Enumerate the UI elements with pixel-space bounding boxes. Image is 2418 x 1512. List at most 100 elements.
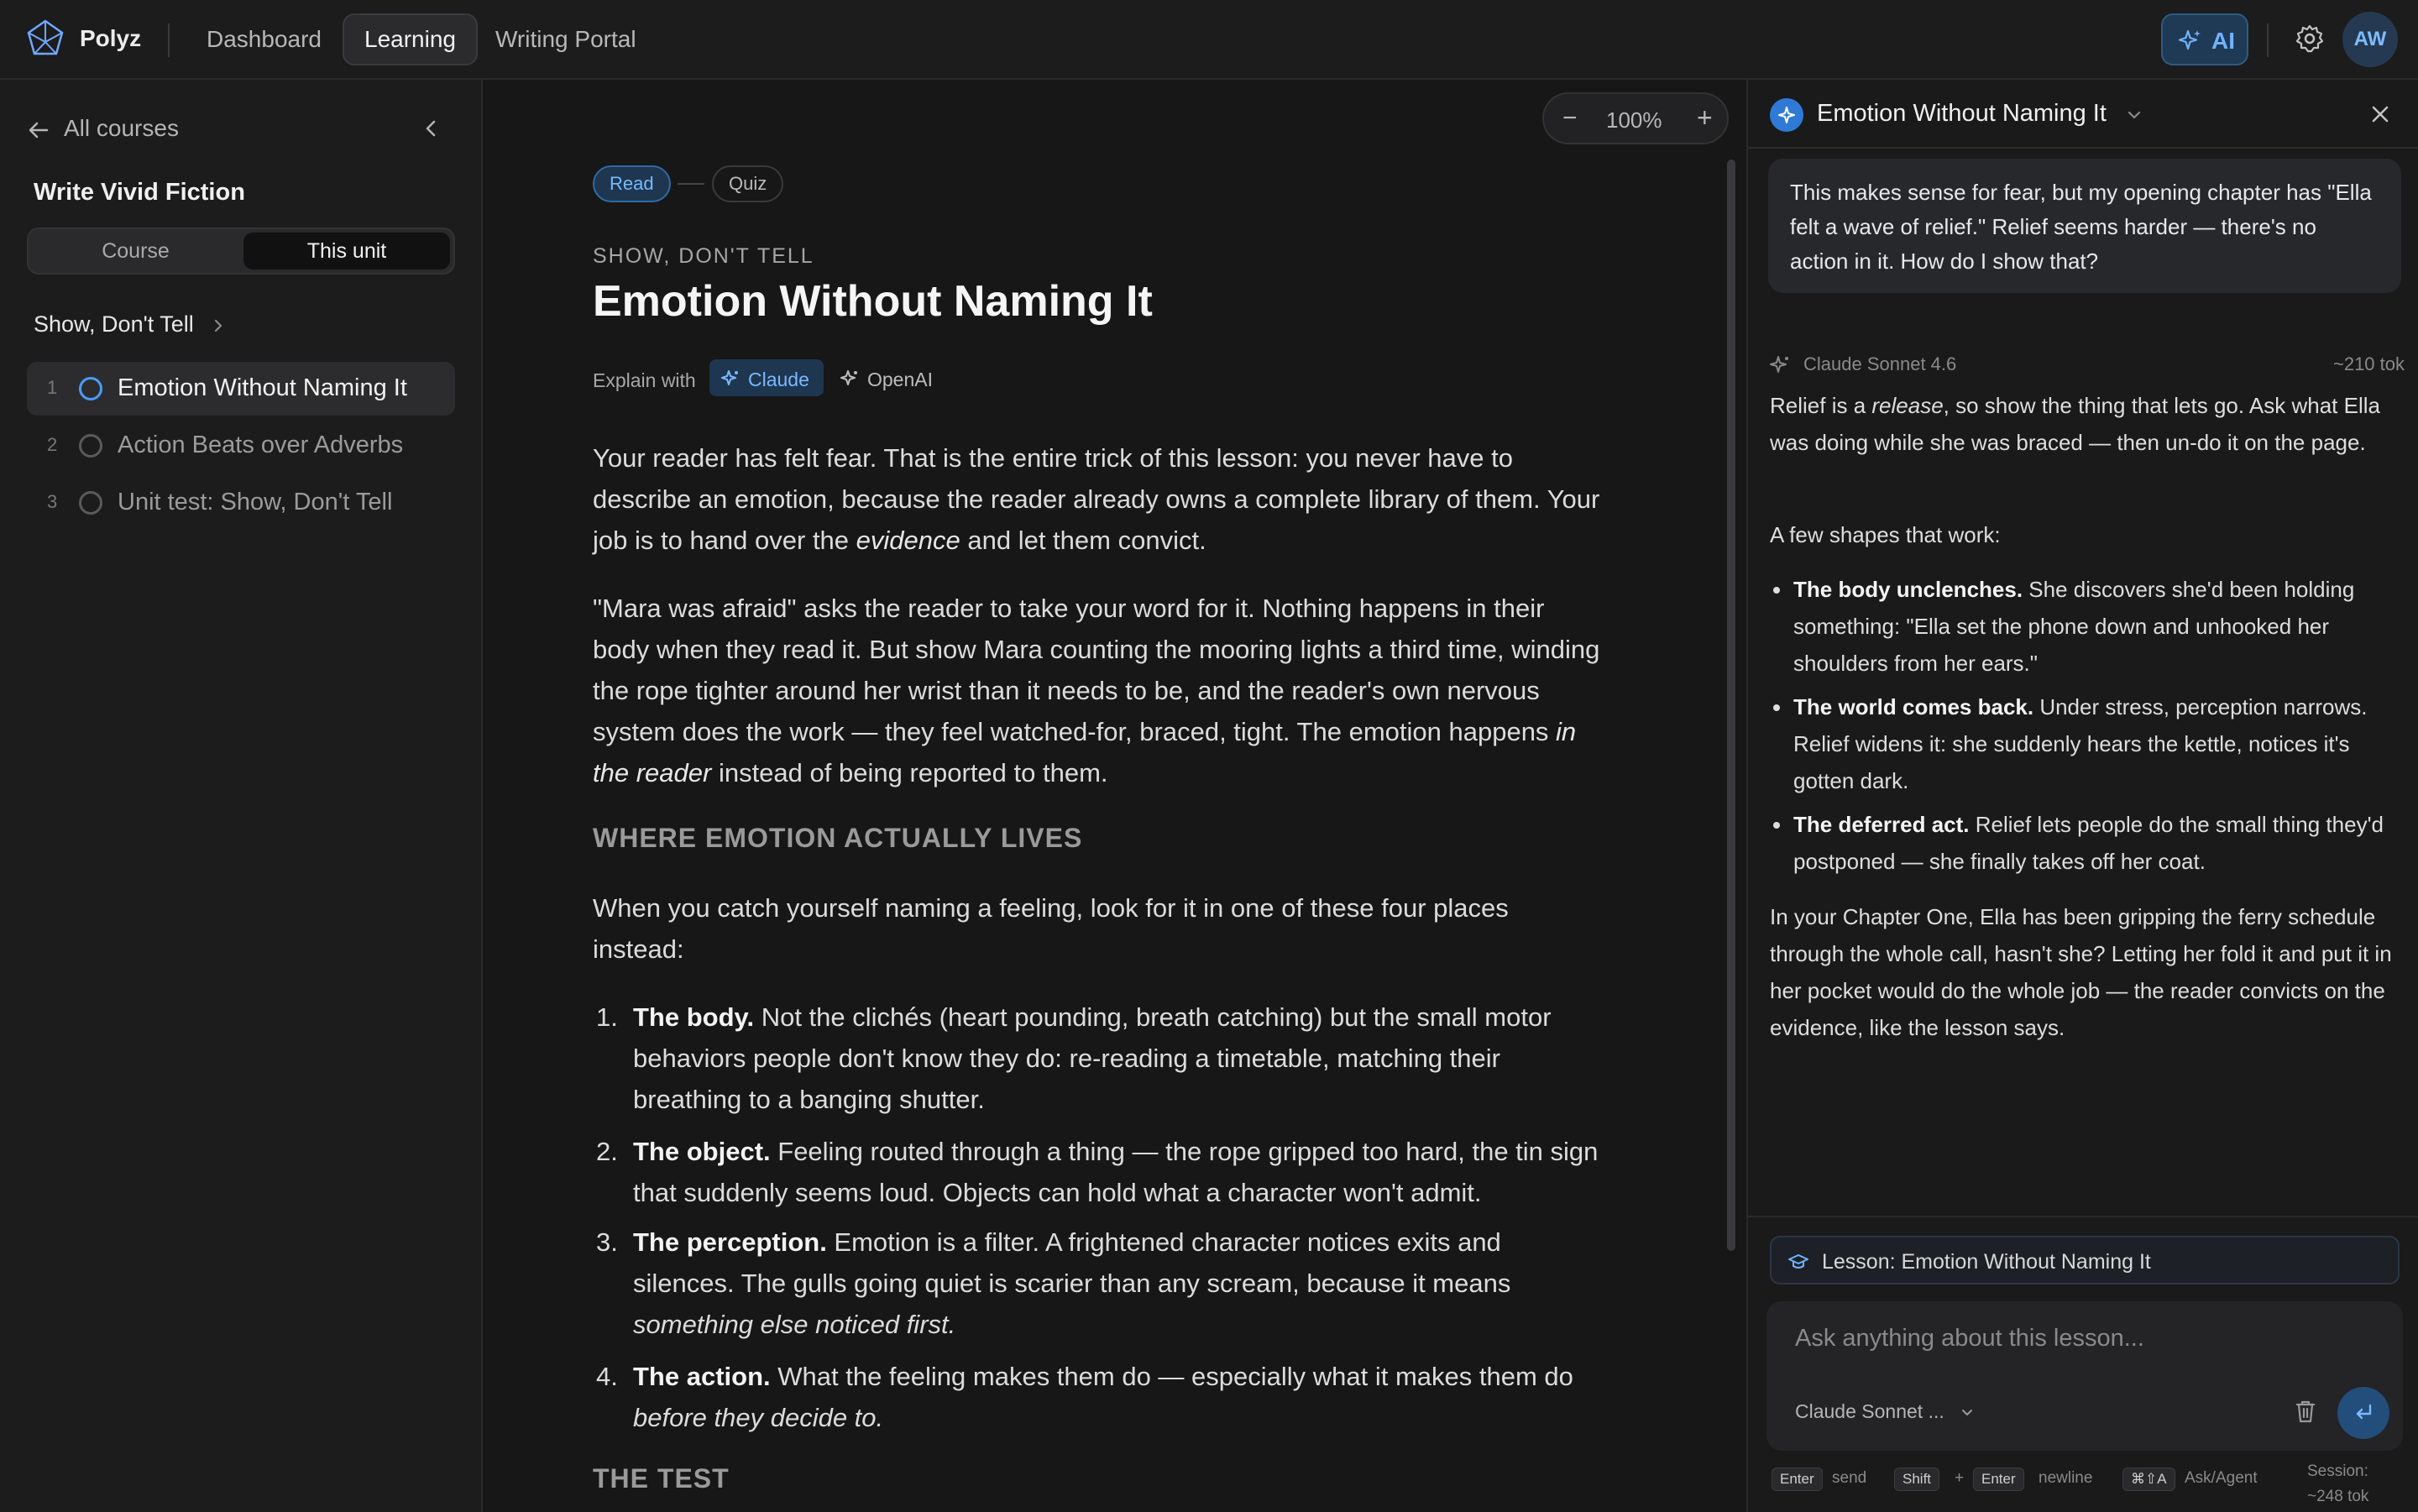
brand-name[interactable]: Polyz <box>80 25 141 52</box>
lesson-number: 2 <box>47 434 58 455</box>
hint-ask-agent: Ask/Agent <box>2185 1469 2258 1487</box>
zoom-in-button[interactable]: + <box>1697 102 1713 133</box>
sparkle-icon <box>2178 29 2201 50</box>
chevron-right-icon <box>215 319 222 332</box>
paragraph: Your reader has felt fear. That is the e… <box>593 443 1600 555</box>
scope-this-unit-tab[interactable]: This unit <box>243 233 450 269</box>
sparkle-icon <box>721 370 738 385</box>
lesson-status-circle-icon <box>79 434 102 458</box>
course-title: Write Vivid Fiction <box>34 179 245 206</box>
hint-plus: + <box>1955 1469 1965 1487</box>
hint-newline: newline <box>2039 1469 2093 1487</box>
step-read[interactable]: Read <box>593 165 671 202</box>
user-avatar[interactable]: AW <box>2342 12 2398 67</box>
ai-toggle-label: AI <box>2211 28 2235 54</box>
section-heading: THE TEST <box>593 1463 730 1494</box>
response-bullet: The deferred act. Relief lets people do … <box>1773 806 2394 880</box>
ai-panel-header: Emotion Without Naming It <box>1748 80 2418 149</box>
kbd-enter: Enter <box>1973 1468 2024 1491</box>
step-connector <box>678 183 704 185</box>
lesson-context-chip[interactable]: Lesson: Emotion Without Naming It <box>1770 1236 2400 1284</box>
explain-claude-label: Claude <box>748 369 809 390</box>
chevron-down-icon <box>1962 1409 1973 1415</box>
close-icon[interactable] <box>2369 103 2391 125</box>
all-courses-label: All courses <box>64 115 179 141</box>
bullet-dot-icon <box>1773 822 1780 829</box>
lesson-number: 1 <box>47 377 58 398</box>
reader-scrollbar[interactable] <box>1727 160 1735 1251</box>
response-model-name: Claude Sonnet 4.6 <box>1803 353 1957 374</box>
nav-learning[interactable]: Learning <box>343 13 478 65</box>
bullet-dot-icon <box>1773 704 1780 711</box>
sparkle-icon <box>1770 356 1788 373</box>
settings-gear-icon[interactable] <box>2295 24 2325 54</box>
lesson-heading: Emotion Without Naming It <box>593 277 1153 326</box>
step-quiz[interactable]: Quiz <box>712 165 784 202</box>
trash-icon[interactable] <box>2294 1399 2317 1424</box>
explain-openai-label: OpenAI <box>867 369 933 390</box>
enter-arrow-icon <box>2356 1404 2372 1420</box>
zoom-control: − 100% + <box>1542 92 1729 144</box>
lesson-item[interactable]: 3 Unit test: Show, Don't Tell <box>27 476 455 530</box>
lesson-status-circle-icon <box>79 377 102 400</box>
keyboard-hints: Enter send Shift + Enter newline ⌘⇧A Ask… <box>1772 1461 2401 1511</box>
scope-toggle: Course This unit <box>27 228 455 275</box>
response-bullet: The body unclenches. She discovers she'd… <box>1773 571 2394 682</box>
unit-header[interactable]: Show, Don't Tell <box>34 311 227 337</box>
lesson-reader: − 100% + Read Quiz SHOW, DON'T TELL Emot… <box>484 80 1746 1512</box>
user-message: This makes sense for fear, but my openin… <box>1768 159 2401 293</box>
course-sidebar: All courses Write Vivid Fiction Course T… <box>0 80 483 1512</box>
lesson-item[interactable]: 2 Action Beats over Adverbs <box>27 419 455 473</box>
kbd-shift: Shift <box>1894 1468 1940 1491</box>
explain-openai-button[interactable]: OpenAI <box>840 359 950 396</box>
polyz-logo-icon[interactable] <box>25 18 65 59</box>
nav-dashboard[interactable]: Dashboard <box>186 13 342 65</box>
divider <box>2267 24 2269 57</box>
ask-input[interactable] <box>1775 1313 2363 1363</box>
section-heading: WHERE EMOTION ACTUALLY LIVES <box>593 823 1083 853</box>
paragraph: "Mara was afraid" asks the reader to tak… <box>593 594 1600 787</box>
assistant-sparkle-icon <box>1770 98 1803 132</box>
ai-panel-title[interactable]: Emotion Without Naming It <box>1817 100 2107 128</box>
paragraph: When you catch yourself naming a feeling… <box>593 893 1509 964</box>
explain-with-label: Explain with <box>593 369 696 391</box>
bullet-dot-icon <box>1773 587 1780 594</box>
lesson-kicker: SHOW, DON'T TELL <box>593 244 814 268</box>
kbd-enter: Enter <box>1772 1468 1823 1491</box>
unit-title: Show, Don't Tell <box>34 311 194 337</box>
kbd-mode-shortcut: ⌘⇧A <box>2122 1468 2175 1491</box>
chevron-down-icon[interactable] <box>2126 107 2143 123</box>
lesson-item[interactable]: 1 Emotion Without Naming It <box>27 362 455 416</box>
composer-area: Lesson: Emotion Without Naming It Claude… <box>1748 1216 2418 1512</box>
zoom-out-button[interactable]: − <box>1562 104 1578 133</box>
model-selector[interactable]: Claude Sonnet ... <box>1795 1400 1975 1423</box>
lesson-status-circle-icon <box>79 491 102 515</box>
arrow-left-icon <box>29 122 49 139</box>
divider <box>168 24 170 57</box>
lesson-title: Emotion Without Naming It <box>118 374 407 401</box>
response-paragraph: Relief is a release, so show the thing t… <box>1770 393 2380 455</box>
scope-course-tab[interactable]: Course <box>32 233 239 269</box>
response-paragraph: A few shapes that work: <box>1770 522 2001 547</box>
top-bar: Polyz Dashboard Learning Writing Portal … <box>0 0 2418 80</box>
lesson-context-label: Lesson: Emotion Without Naming It <box>1822 1250 2151 1274</box>
response-bullet: The world comes back. Under stress, perc… <box>1773 688 2394 799</box>
message-composer: Claude Sonnet ... <box>1766 1301 2403 1451</box>
model-selector-label: Claude Sonnet ... <box>1795 1400 1944 1422</box>
hint-send: send <box>1832 1469 1867 1487</box>
explain-claude-button[interactable]: Claude <box>709 359 824 396</box>
session-token-count: Session: ~248 tok <box>2307 1462 2369 1505</box>
lesson-title: Action Beats over Adverbs <box>118 432 404 458</box>
ai-assistant-panel: Emotion Without Naming It This makes sen… <box>1746 80 2418 1512</box>
zoom-level: 100% <box>1606 107 1662 133</box>
sparkle-icon <box>840 370 857 385</box>
response-paragraph: In your Chapter One, Ella has been gripp… <box>1770 904 2392 1040</box>
lesson-number: 3 <box>47 491 58 512</box>
response-token-count: ~210 tok <box>2332 353 2405 374</box>
send-button[interactable] <box>2337 1387 2389 1439</box>
graduation-cap-icon <box>1788 1254 1808 1269</box>
ai-toggle-button[interactable]: AI <box>2161 13 2248 65</box>
collapse-sidebar-icon[interactable] <box>420 117 443 140</box>
nav-writing-portal[interactable]: Writing Portal <box>475 13 657 65</box>
lesson-title: Unit test: Show, Don't Tell <box>118 489 393 515</box>
